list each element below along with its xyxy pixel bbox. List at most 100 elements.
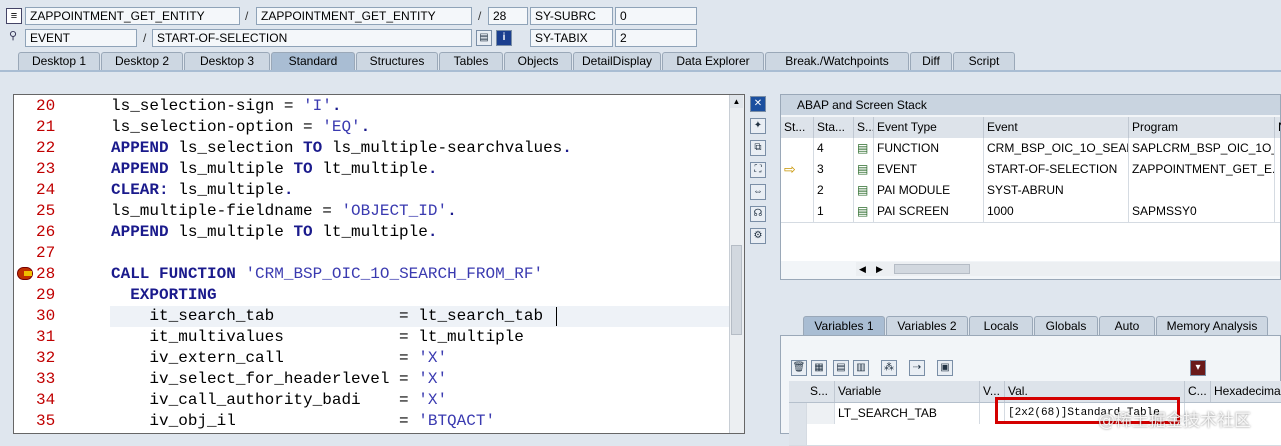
stack-col-program[interactable]: Program bbox=[1129, 117, 1275, 138]
delete-icon[interactable]: 🗑 bbox=[791, 360, 807, 376]
tools-icon[interactable]: ⚙ bbox=[750, 228, 766, 244]
code-line[interactable]: 35 iv_obj_il = 'BTQACT' bbox=[14, 411, 730, 432]
tab-objects[interactable]: Objects bbox=[504, 52, 572, 70]
navigate-icon[interactable]: ⇢ bbox=[909, 360, 925, 376]
stack-row[interactable]: ⇨ 3 ▤ EVENT START-OF-SELECTION ZAPPOINTMENT_G… bbox=[781, 159, 1280, 181]
change-icon[interactable]: ▤ bbox=[833, 360, 849, 376]
tab-structures[interactable]: Structures bbox=[356, 52, 438, 70]
stack-col-status[interactable]: St... bbox=[781, 117, 814, 138]
event-type-cell: FUNCTION bbox=[874, 138, 984, 159]
tab-detail-display[interactable]: DetailDisplay bbox=[573, 52, 661, 70]
sysvar2-name-field[interactable]: SY-TABIX bbox=[530, 29, 613, 47]
code-line[interactable]: 31 it_multivalues = lt_multiple bbox=[14, 327, 730, 348]
var-col-variable[interactable]: Variable bbox=[835, 381, 980, 402]
n-cell bbox=[1275, 180, 1281, 201]
tab-desktop-1[interactable]: Desktop 1 bbox=[18, 52, 100, 70]
new-breakpoint-icon[interactable]: ✦ bbox=[750, 118, 766, 134]
event-cell: 1000 bbox=[984, 201, 1129, 222]
sysvar-name-field[interactable]: SY-SUBRC bbox=[530, 7, 613, 25]
row-selector[interactable] bbox=[789, 403, 807, 424]
stack-horizontal-scrollbar[interactable]: ◀ ▶ bbox=[856, 262, 1280, 276]
scroll-thumb[interactable] bbox=[731, 245, 742, 335]
source-code-editor[interactable]: 20 ls_selection-sign = 'I'. 21 ls_selection… bbox=[13, 94, 745, 434]
tab-breakpoints[interactable]: Break./Watchpoints bbox=[765, 52, 909, 70]
code-line[interactable]: 26 APPEND ls_multiple TO lt_multiple. bbox=[14, 222, 730, 243]
fullscreen-icon[interactable]: ⛶ bbox=[750, 162, 766, 178]
current-frame-icon bbox=[781, 138, 814, 159]
display-source-icon[interactable]: ▤ bbox=[476, 30, 492, 46]
line-number-field[interactable]: 28 bbox=[488, 7, 528, 25]
code-line[interactable]: 34 iv_call_authority_badi = 'X' bbox=[14, 390, 730, 411]
row-selector[interactable] bbox=[789, 424, 807, 445]
tab-variables-1[interactable]: Variables 1 bbox=[803, 316, 885, 335]
code-line[interactable]: 32 iv_extern_call = 'X' bbox=[14, 348, 730, 369]
compare-icon[interactable]: ▥ bbox=[853, 360, 869, 376]
code-line[interactable]: 29 EXPORTING bbox=[14, 285, 730, 306]
stack-col-level[interactable]: Sta... bbox=[814, 117, 854, 138]
code-line[interactable]: 20 ls_selection-sign = 'I'. bbox=[14, 96, 730, 117]
event-type-cell: PAI MODULE bbox=[874, 180, 984, 201]
tab-locals[interactable]: Locals bbox=[969, 316, 1033, 335]
tab-diff[interactable]: Diff bbox=[910, 52, 952, 70]
code-line[interactable]: 21 ls_selection-option = 'EQ'. bbox=[14, 117, 730, 138]
var-col-c[interactable]: C... bbox=[1185, 381, 1211, 402]
event-type-icon: ▤ bbox=[854, 138, 874, 159]
copy-icon[interactable]: ⧉ bbox=[750, 140, 766, 156]
code-text: iv_extern_call = 'X' bbox=[111, 349, 448, 367]
stack-col-n[interactable]: N bbox=[1275, 117, 1281, 138]
variable-name-cell[interactable]: LT_SEARCH_TAB bbox=[835, 403, 980, 424]
stack-col-s[interactable]: S... bbox=[854, 117, 874, 138]
event-icon: ⚲ bbox=[8, 30, 18, 42]
insert-icon[interactable]: ▦ bbox=[811, 360, 827, 376]
sysvar-value-field[interactable]: 0 bbox=[615, 7, 697, 25]
tab-auto[interactable]: Auto bbox=[1099, 316, 1155, 335]
scroll-up-button[interactable]: ▲ bbox=[730, 95, 743, 108]
line-number: 31 bbox=[36, 328, 56, 346]
tab-data-explorer[interactable]: Data Explorer bbox=[662, 52, 764, 70]
code-line[interactable]: 27 bbox=[14, 243, 730, 264]
line-number: 28 bbox=[36, 265, 56, 283]
code-line[interactable]: 30 it_search_tab = lt_search_tab bbox=[14, 306, 730, 327]
stack-col-event-type[interactable]: Event Type bbox=[874, 117, 984, 138]
tab-standard[interactable]: Standard bbox=[271, 52, 355, 70]
tab-tables[interactable]: Tables bbox=[439, 52, 503, 70]
stack-row[interactable]: 1 ▤ PAI SCREEN 1000 SAPMSSY0 bbox=[781, 201, 1280, 223]
code-line[interactable]: 24 CLEAR: ls_multiple. bbox=[14, 180, 730, 201]
separator: / bbox=[478, 9, 482, 23]
code-line[interactable]: 28 CALL FUNCTION 'CRM_BSP_OIC_1O_SEARCH_F… bbox=[14, 264, 730, 285]
display-icon[interactable]: ⁂ bbox=[881, 360, 897, 376]
main-program-field[interactable]: ZAPPOINTMENT_GET_ENTITY bbox=[25, 7, 240, 25]
info-icon[interactable]: i bbox=[496, 30, 512, 46]
code-line[interactable]: 23 APPEND ls_multiple TO lt_multiple. bbox=[14, 159, 730, 180]
code-line[interactable]: 25 ls_multiple-fieldname = 'OBJECT_ID'. bbox=[14, 201, 730, 222]
headset-icon[interactable]: ☊ bbox=[750, 206, 766, 222]
stack-col-event[interactable]: Event bbox=[984, 117, 1129, 138]
event-type-field[interactable]: EVENT bbox=[25, 29, 137, 47]
swap-icon[interactable]: ⇔ bbox=[750, 184, 766, 200]
tab-desktop-3[interactable]: Desktop 3 bbox=[184, 52, 270, 70]
var-col-hex[interactable]: Hexadecimal bbox=[1211, 381, 1281, 402]
sysvar2-value-field[interactable]: 2 bbox=[615, 29, 697, 47]
tab-globals[interactable]: Globals bbox=[1034, 316, 1098, 335]
event-name-field[interactable]: START-OF-SELECTION bbox=[152, 29, 472, 47]
save-icon[interactable]: ▾ bbox=[1190, 360, 1206, 376]
line-number: 34 bbox=[36, 391, 56, 409]
stack-row[interactable]: 2 ▤ PAI MODULE SYST-ABRUN bbox=[781, 180, 1280, 202]
tab-memory-analysis[interactable]: Memory Analysis bbox=[1156, 316, 1268, 335]
scroll-left-icon[interactable]: ◀ bbox=[859, 262, 866, 276]
scroll-right-icon[interactable]: ▶ bbox=[876, 262, 883, 276]
editor-vertical-scrollbar[interactable]: ▲ bbox=[729, 95, 744, 433]
layout-icon[interactable]: ▣ bbox=[937, 360, 953, 376]
current-frame-icon bbox=[781, 180, 814, 201]
scroll-thumb[interactable] bbox=[894, 264, 970, 274]
code-text: CALL FUNCTION 'CRM_BSP_OIC_1O_SEARCH_FRO… bbox=[111, 265, 544, 283]
code-line[interactable]: 33 iv_select_for_headerlevel = 'X' bbox=[14, 369, 730, 390]
tab-desktop-2[interactable]: Desktop 2 bbox=[101, 52, 183, 70]
include-program-field[interactable]: ZAPPOINTMENT_GET_ENTITY bbox=[256, 7, 472, 25]
tab-script[interactable]: Script bbox=[953, 52, 1015, 70]
code-line[interactable]: 22 APPEND ls_selection TO ls_multiple-sea… bbox=[14, 138, 730, 159]
tab-variables-2[interactable]: Variables 2 bbox=[886, 316, 968, 335]
close-icon[interactable]: ✕ bbox=[750, 96, 766, 112]
var-col-s[interactable]: S... bbox=[807, 381, 835, 402]
stack-row[interactable]: 4▤FUNCTIONCRM_BSP_OIC_1O_SEAR...SAPLCRM_… bbox=[781, 138, 1280, 160]
